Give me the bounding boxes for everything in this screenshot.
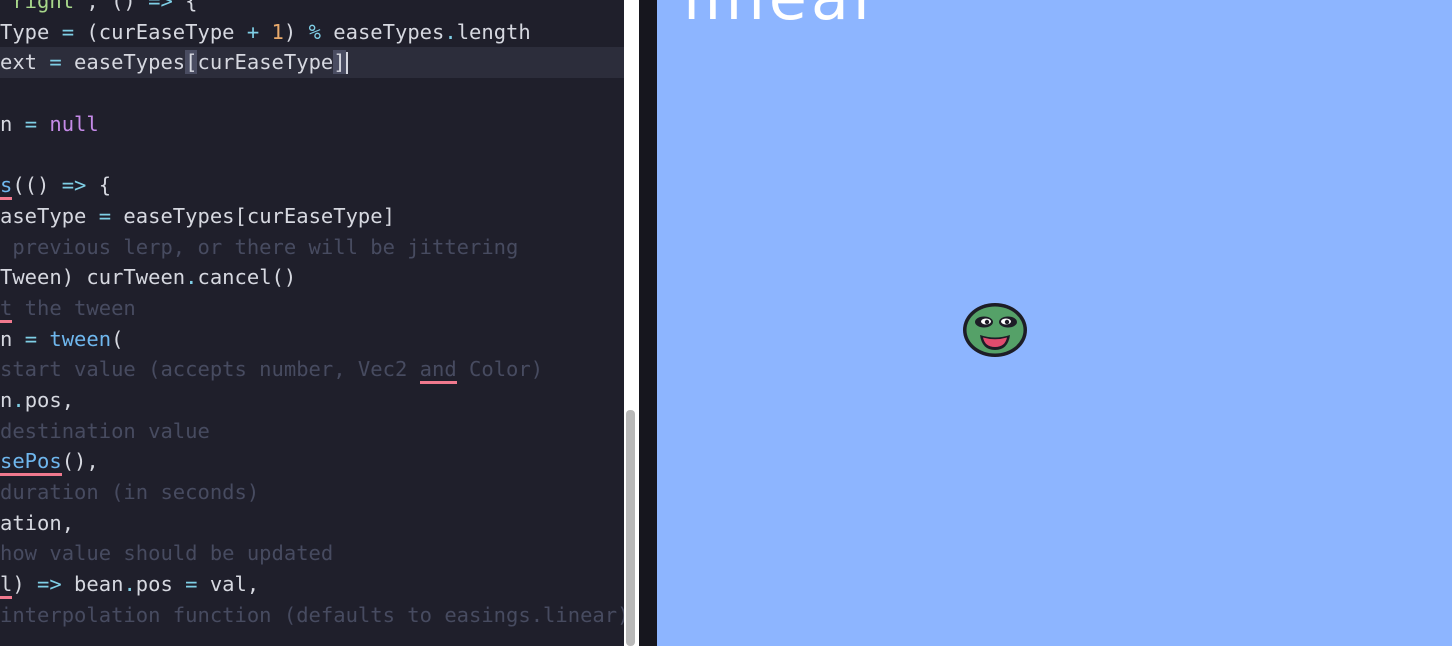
code-text: curEaseType	[197, 50, 334, 75]
code-line-7: s(() => {	[0, 170, 624, 201]
code-editor[interactable]: "right", () => { Type = (curEaseType + 1…	[0, 0, 624, 646]
game-canvas[interactable]: linear	[657, 0, 1452, 646]
code-text: =	[185, 572, 198, 597]
code-line-3-current: ext = easeTypes[curEaseType]	[0, 47, 624, 79]
code-text: (()	[12, 173, 62, 198]
code-text: .	[444, 19, 457, 44]
code-text: =	[98, 203, 112, 228]
window: "right", () => { Type = (curEaseType + 1…	[0, 0, 1452, 646]
code-text: s	[0, 173, 13, 201]
code-text: (	[111, 326, 124, 351]
code-text: cancel()	[197, 265, 297, 290]
code-text: {	[86, 173, 112, 198]
code-text: +	[246, 19, 260, 44]
code-text: Type	[0, 19, 62, 44]
code-comment: Color)	[456, 357, 544, 382]
code-text: null	[49, 111, 99, 136]
code-text: (curEaseType	[74, 19, 247, 44]
code-line-5: n = null	[0, 109, 624, 140]
text-cursor	[345, 52, 348, 75]
code-comment: duration (in seconds)	[0, 480, 260, 504]
code-comment: t	[0, 295, 13, 323]
code-text: %	[308, 19, 321, 44]
code-text: .	[185, 265, 198, 290]
code-text: easeTypes	[61, 50, 186, 75]
code-text: =>	[148, 0, 173, 13]
code-text: aseType	[0, 203, 99, 228]
editor-scrollbar-thumb[interactable]	[626, 410, 635, 646]
code-text: (),	[61, 449, 99, 474]
code-comment: the tween	[12, 295, 136, 320]
code-text: =>	[61, 173, 87, 198]
code-comment: destination value	[0, 418, 210, 443]
code-text: ext	[0, 50, 50, 75]
code-line-1: "right", () => {	[0, 0, 624, 17]
code-text: [	[185, 50, 198, 75]
code-lines: "right", () => { Type = (curEaseType + 1…	[0, 0, 624, 630]
code-line-12: n = tween(	[0, 324, 624, 355]
code-comment: previous lerp, or there will be jitterin…	[0, 234, 519, 259]
code-line-14: n.pos,	[0, 385, 624, 416]
code-text: l	[0, 572, 13, 600]
code-text: .	[123, 572, 136, 597]
code-text: easeTypes	[320, 19, 445, 44]
code-text: "right"	[0, 0, 87, 13]
code-text: n	[0, 111, 25, 136]
code-text: )	[283, 19, 309, 44]
code-line-20: l) => bean.pos = val,	[0, 569, 624, 600]
code-text: {	[172, 0, 198, 13]
code-text: ]	[333, 50, 346, 75]
code-text: length	[456, 19, 531, 44]
code-text: easeTypes[curEaseType]	[111, 203, 395, 228]
code-text: 1	[271, 19, 284, 44]
code-text: =	[24, 111, 38, 136]
ease-type-label: linear	[683, 0, 882, 34]
code-text: ation,	[0, 510, 75, 535]
code-text: sePos	[0, 449, 62, 477]
code-comment: interpolation function (defaults to easi…	[0, 602, 624, 627]
code-line-13: start value (accepts number, Vec2 and Co…	[0, 354, 624, 385]
code-comment: how value should be updated	[0, 541, 334, 566]
code-line-11: t the tween	[0, 293, 624, 324]
code-text: val,	[197, 572, 260, 597]
code-comment: and	[419, 357, 457, 385]
code-text: n	[0, 326, 25, 351]
code-text: n	[0, 387, 13, 412]
code-text: Tween) curTween	[0, 265, 186, 290]
code-line-19: how value should be updated	[0, 538, 624, 569]
code-text: pos,	[24, 387, 75, 412]
code-text: , ()	[86, 0, 149, 13]
code-text: .	[12, 387, 25, 412]
code-line-18: ation,	[0, 508, 624, 539]
code-line-10: Tween) curTween.cancel()	[0, 262, 624, 293]
code-text: tween	[49, 326, 112, 351]
code-comment: start value (accepts number, Vec2	[0, 357, 420, 382]
code-text: pos	[135, 572, 186, 597]
bean-sprite-icon	[963, 303, 1027, 357]
code-text: =	[61, 19, 75, 44]
code-text: =>	[37, 572, 62, 597]
code-text: )	[12, 572, 38, 597]
code-line-2: Type = (curEaseType + 1) % easeTypes.len…	[0, 17, 624, 48]
code-line-21: interpolation function (defaults to easi…	[0, 600, 624, 631]
code-text: =	[24, 326, 38, 351]
code-line-9: previous lerp, or there will be jitterin…	[0, 232, 624, 263]
code-line-16: sePos(),	[0, 446, 624, 477]
code-line-8: aseType = easeTypes[curEaseType]	[0, 201, 624, 232]
code-line-17: duration (in seconds)	[0, 477, 624, 508]
code-text: =	[49, 50, 62, 75]
code-line-15: destination value	[0, 416, 624, 447]
code-text: bean	[61, 572, 124, 597]
pane-divider[interactable]	[639, 0, 657, 646]
